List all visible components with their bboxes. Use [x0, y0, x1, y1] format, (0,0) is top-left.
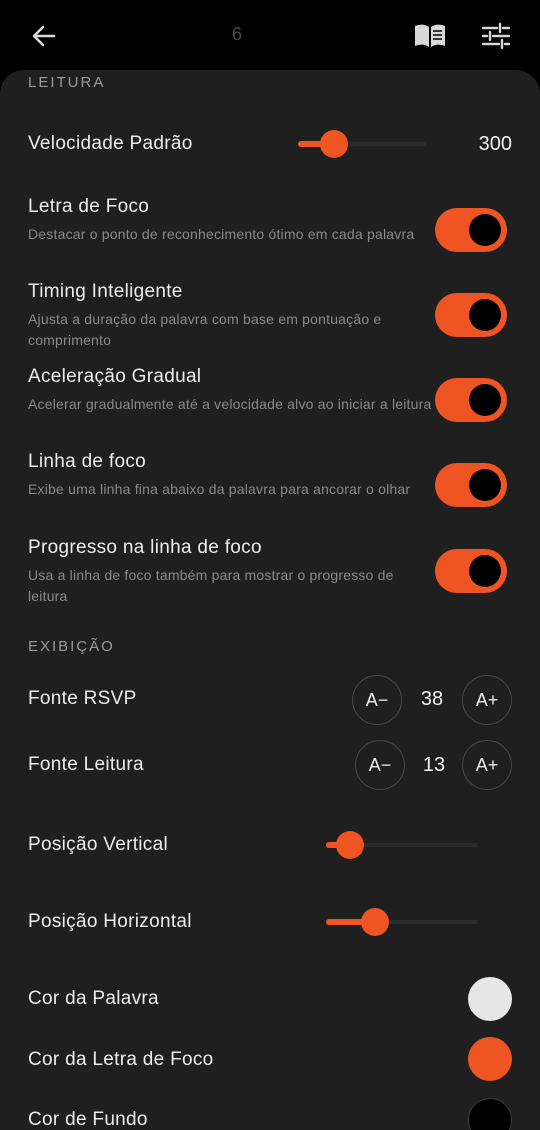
default-speed-label: Velocidade Padrão: [28, 133, 193, 154]
default-speed-value: 300: [478, 133, 512, 155]
background-color-label: Cor de Fundo: [28, 1109, 148, 1130]
word-color-swatch[interactable]: [468, 977, 512, 1021]
reading-font-label: Fonte Leitura: [28, 754, 144, 775]
slider-thumb[interactable]: [336, 831, 364, 859]
back-button[interactable]: [28, 20, 60, 52]
page-number: 6: [231, 24, 242, 44]
focus-letter-color-label: Cor da Letra de Foco: [28, 1049, 214, 1070]
book-open-icon: [415, 24, 445, 47]
focus-line-progress-desc: Usa a linha de foco também para mostrar …: [28, 567, 394, 604]
focus-line-toggle[interactable]: [435, 463, 507, 507]
toggle-knob: [469, 384, 501, 416]
book-button[interactable]: [412, 20, 448, 52]
toggle-knob: [469, 214, 501, 246]
horizontal-position-label: Posição Horizontal: [28, 911, 192, 932]
reading-font-value: 13: [422, 754, 446, 776]
rsvp-font-label: Fonte RSVP: [28, 688, 137, 709]
toggle-knob: [469, 555, 501, 587]
rsvp-font-increase-button[interactable]: A+: [462, 675, 512, 725]
reading-font-increase-button[interactable]: A+: [462, 740, 512, 790]
vertical-position-slider[interactable]: [326, 831, 478, 859]
toggle-knob: [469, 299, 501, 331]
vertical-position-label: Posição Vertical: [28, 834, 168, 855]
arrow-left-icon: [32, 25, 56, 47]
gradual-acceleration-title: Aceleração Gradual: [28, 366, 202, 387]
word-color-label: Cor da Palavra: [28, 988, 159, 1009]
top-app-bar: 6: [0, 0, 540, 72]
gradual-acceleration-desc: Acelerar gradualmente até a velocidade a…: [28, 396, 432, 412]
background-color-swatch[interactable]: [468, 1098, 512, 1130]
smart-timing-toggle[interactable]: [435, 293, 507, 337]
section-display-title: EXIBIÇÃO: [28, 638, 115, 655]
focus-letter-desc: Destacar o ponto de reconhecimento ótimo…: [28, 226, 415, 242]
rsvp-font-decrease-button[interactable]: A−: [352, 675, 402, 725]
reading-font-decrease-button[interactable]: A−: [355, 740, 405, 790]
default-speed-slider[interactable]: [298, 130, 426, 158]
rsvp-font-value: 38: [420, 688, 444, 710]
smart-timing-title: Timing Inteligente: [28, 281, 183, 302]
smart-timing-desc: Ajusta a duração da palavra com base em …: [28, 311, 382, 348]
settings-sheet: LEITURA Velocidade Padrão 300 Letra de F…: [0, 70, 540, 1130]
focus-letter-color-swatch[interactable]: [468, 1037, 512, 1081]
focus-line-title: Linha de foco: [28, 451, 146, 472]
focus-letter-toggle[interactable]: [435, 208, 507, 252]
tune-sliders-icon: [481, 22, 511, 50]
focus-line-progress-toggle[interactable]: [435, 549, 507, 593]
focus-letter-title: Letra de Foco: [28, 196, 150, 217]
display-settings-button[interactable]: [478, 18, 514, 54]
slider-thumb[interactable]: [320, 130, 348, 158]
focus-line-progress-title: Progresso na linha de foco: [28, 537, 262, 558]
slider-thumb[interactable]: [361, 908, 389, 936]
section-reading-title: LEITURA: [28, 74, 106, 91]
horizontal-position-slider[interactable]: [326, 908, 478, 936]
toggle-knob: [469, 469, 501, 501]
gradual-acceleration-toggle[interactable]: [435, 378, 507, 422]
focus-line-desc: Exibe uma linha fina abaixo da palavra p…: [28, 481, 411, 497]
